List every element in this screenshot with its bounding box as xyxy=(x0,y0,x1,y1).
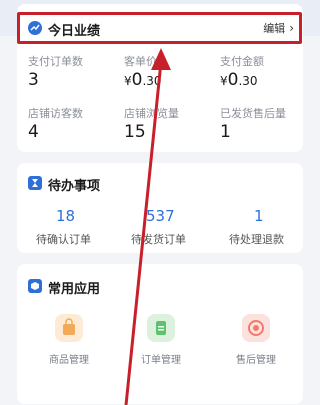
app-label: 商品管理 xyxy=(49,355,89,366)
metric-label: 支付金额 xyxy=(220,55,264,68)
metric-label: 店铺访客数 xyxy=(28,107,83,120)
app-after-sales-management[interactable]: 售后管理 xyxy=(226,314,286,366)
refund-icon xyxy=(242,314,270,342)
value-decimal: .30 xyxy=(142,74,162,88)
metric-value: 4 xyxy=(28,122,39,142)
bag-icon xyxy=(55,314,83,342)
todo-count[interactable]: 18 xyxy=(56,207,75,225)
metric-value: 1 xyxy=(220,122,231,142)
highlight-box xyxy=(17,12,302,44)
metric-label: 店铺浏览量 xyxy=(124,107,179,120)
clipboard-icon xyxy=(147,314,175,342)
metric-value: 3 xyxy=(28,70,39,90)
metric-label: 已发货售后量 xyxy=(220,107,286,120)
app-product-management[interactable]: 商品管理 xyxy=(39,314,99,366)
todo-count[interactable]: 1 xyxy=(254,207,264,225)
todo-label[interactable]: 待发货订单 xyxy=(131,231,186,247)
apps-title: 常用应用 xyxy=(48,282,101,297)
value-integer: 0 xyxy=(131,70,143,90)
value-integer: 0 xyxy=(227,70,239,90)
app-label: 售后管理 xyxy=(236,355,276,366)
hourglass-icon xyxy=(28,176,42,190)
todo-label[interactable]: 待确认订单 xyxy=(36,231,91,247)
app-label: 订单管理 xyxy=(141,355,181,366)
app-order-management[interactable]: 订单管理 xyxy=(131,314,191,366)
todo-title: 待办事项 xyxy=(48,179,101,194)
todo-count[interactable]: 537 xyxy=(146,207,175,225)
metric-value: 15 xyxy=(124,122,146,142)
cube-icon xyxy=(28,279,42,293)
currency-symbol: ¥ xyxy=(220,74,228,88)
value-decimal: .30 xyxy=(238,74,258,88)
metric-label: 支付订单数 xyxy=(28,55,83,68)
metric-label: 客单价 xyxy=(124,55,157,68)
metric-value-amount: ¥0.30 xyxy=(220,70,258,90)
metric-value-price: ¥0.30 xyxy=(124,70,162,90)
currency-symbol: ¥ xyxy=(124,74,132,88)
todo-label[interactable]: 待处理退款 xyxy=(229,231,284,247)
